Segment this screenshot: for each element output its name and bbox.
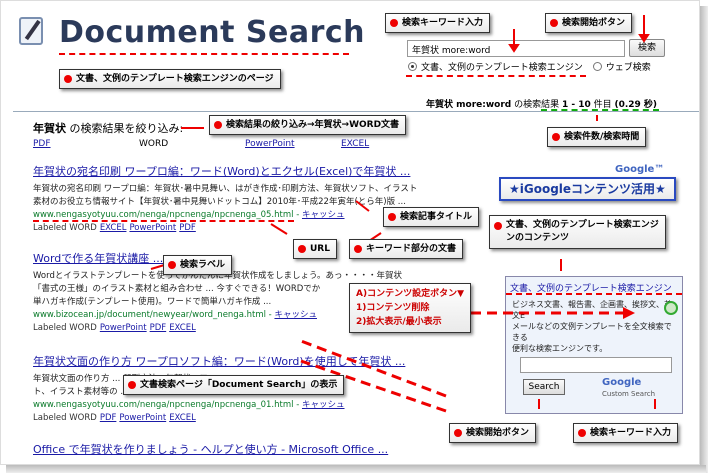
- callout-page-desc: 文書、文例のテンプレート検索エンジンのページ: [59, 69, 281, 89]
- radio-template-engine-label[interactable]: 文書、文例のテンプレート検索エンジン: [421, 60, 583, 73]
- gadget-title[interactable]: 文書、文例のテンプレート検索エンジン: [506, 277, 682, 295]
- custom-search-label: Custom Search: [602, 390, 656, 398]
- gadget-desc-line: メールなどの文例テンプレートを全文検索できる: [512, 322, 672, 342]
- callout-text: 検索開始ボタン: [466, 428, 530, 438]
- callout-text: URL: [310, 244, 330, 254]
- igoogle-gadget: 文書、文例のテンプレート検索エンジン ビジネス文書、報告書、企画書、挨拶文、英文…: [505, 276, 683, 414]
- gadget-desc-line: 便利な検索エンジンです。: [512, 344, 608, 353]
- screenshot-frame: Document Search 年賀状 more:word 検索 文書、文例のテ…: [0, 0, 708, 473]
- callout-text: ンのコンテンツ: [506, 233, 570, 243]
- refine-heading: 年賀状 の検索結果を絞り込み:: [33, 120, 183, 136]
- result-url: www.nengasyotyuu.com/nenga/npcnenga/npcn…: [33, 400, 294, 410]
- callout-article-title: 検索記事タイトル: [383, 207, 480, 227]
- site-logo[interactable]: Document Search: [59, 15, 365, 50]
- gadget-search-button[interactable]: Search: [523, 379, 565, 395]
- gadget-search-input[interactable]: [520, 357, 672, 373]
- label-link[interactable]: PowerPoint: [100, 323, 147, 333]
- callout-bottom-keyword-input: 検索キーワード入力: [573, 423, 679, 443]
- label-link[interactable]: EXCEL: [169, 413, 196, 423]
- callout-text: 文書、文例のテンプレート検索エンジ: [506, 220, 659, 230]
- cache-link[interactable]: キャッシュ: [274, 310, 317, 320]
- stats-query: 年賀状 more:word: [426, 100, 512, 110]
- callout-keyword-input: 検索キーワード入力: [385, 13, 491, 33]
- radio-underline: [406, 75, 586, 77]
- label-link[interactable]: PowerPoint: [119, 413, 166, 423]
- callout-search-button: 検索開始ボタン: [545, 13, 633, 33]
- radio-web-search-label[interactable]: ウェブ検索: [606, 60, 651, 73]
- callout-text: 検索キーワード入力: [402, 18, 484, 28]
- callout-refine-flow: 検索結果の絞り込み→年賀状→WORD文書: [209, 115, 407, 135]
- callout-settings: A)コンテンツ設定ボタン▼ 1)コンテンツ削除 2)拡大表示/最小表示: [349, 283, 472, 333]
- result-item: Office で年賀状を作りましょう - ヘルプと使い方 - Microsoft…: [33, 441, 493, 457]
- result-snippet: 年賀状の宛名印刷 ワープロ編：年賀状･暑中見舞い、はがき作成･印刷方法、年賀状ソ…: [33, 184, 418, 194]
- result-title[interactable]: 年賀状の宛名印刷 ワープロ編：ワード(Word)とエクセル(Excel)で年賀状…: [33, 163, 493, 179]
- callout-text: 1)コンテンツ削除: [356, 303, 430, 313]
- label-link[interactable]: PDF: [179, 223, 196, 233]
- refine-link-pdf[interactable]: PDF: [33, 139, 51, 149]
- frame-shadow-right: [700, 6, 708, 473]
- header-divider: [13, 111, 699, 112]
- result-url: www.nengasyotyuu.com/nenga/npcnenga/npcn…: [33, 210, 294, 222]
- gadget-desc-line: ビジネス文書、報告書、企画書、挨拶文、英文E: [512, 300, 672, 320]
- callout-text: 検索記事タイトル: [400, 212, 473, 222]
- labeled-word: Labeled WORD: [33, 413, 97, 423]
- callout-text: キーワード部分の文書: [366, 244, 457, 254]
- result-labels: Labeled WORD PDF PowerPoint EXCEL: [33, 412, 493, 425]
- callout-text: 文書、文例のテンプレート検索エンジンのページ: [76, 74, 274, 84]
- callout-text: 2)拡大表示/最小表示: [356, 317, 442, 327]
- google-logo-small: Google™: [615, 164, 665, 175]
- cache-link[interactable]: キャッシュ: [302, 400, 345, 410]
- callout-igoogle: ★iGoogleコンテンツ活用★: [499, 177, 676, 201]
- callout-text: 検索結果の絞り込み→年賀状→WORD文書: [226, 120, 400, 130]
- search-input[interactable]: 年賀状 more:word: [407, 40, 625, 57]
- result-url: www.bizocean.jp/document/newyear/word_ne…: [33, 310, 266, 320]
- result-url-row: www.nengasyotyuu.com/nenga/npcnenga/npcn…: [33, 400, 345, 410]
- label-link[interactable]: PDF: [150, 323, 167, 333]
- google-logo: Google: [602, 377, 642, 388]
- callout-text: 検索開始ボタン: [562, 18, 626, 28]
- callout-result-count: 検索件数/検索時間: [547, 127, 647, 147]
- logo-underline: [59, 53, 349, 55]
- result-title[interactable]: 年賀状文面の作り方 ワープロソフト編：ワード(Word)を使用して年賀状 ...: [33, 353, 493, 369]
- refine-link-powerpoint[interactable]: PowerPoint: [245, 139, 295, 149]
- refine-link-word: WORD: [139, 139, 169, 149]
- refine-query: 年賀状: [33, 122, 66, 135]
- callout-text: 検索キーワード入力: [590, 428, 672, 438]
- callout-text: 文書検索ページ「Document Search」の表示: [140, 380, 338, 390]
- labeled-word: Labeled WORD: [33, 223, 97, 233]
- result-snippet: Wordとイラストテンプレートを使ってかんたんに年賀状作成をしましょう。あっ・・…: [33, 271, 402, 281]
- search-button[interactable]: 検索: [629, 39, 665, 57]
- document-pen-icon: [19, 17, 43, 45]
- radio-template-engine[interactable]: [408, 62, 417, 71]
- callout-text: 検索ラベル: [180, 260, 226, 270]
- callout-search-label: 検索ラベル: [163, 255, 233, 275]
- label-link[interactable]: EXCEL: [169, 323, 196, 333]
- label-link[interactable]: PowerPoint: [129, 223, 176, 233]
- frame-shadow-bottom: [6, 465, 706, 473]
- cache-link[interactable]: キャッシュ: [302, 210, 345, 220]
- search-scope-radios: 文書、文例のテンプレート検索エンジン ウェブ検索: [408, 60, 651, 73]
- page-canvas: Document Search 年賀状 more:word 検索 文書、文例のテ…: [0, 0, 700, 465]
- gadget-description: ビジネス文書、報告書、企画書、挨拶文、英文E メールなどの文例テンプレートを全文…: [506, 295, 682, 358]
- refine-link-excel[interactable]: EXCEL: [341, 139, 369, 149]
- callout-text: A)コンテンツ設定ボタン▼: [356, 289, 465, 299]
- result-title[interactable]: Office で年賀状を作りましょう - ヘルプと使い方 - Microsoft…: [33, 441, 493, 457]
- labeled-word: Labeled WORD: [33, 323, 97, 333]
- callout-gadget-content: 文書、文例のテンプレート検索エンジ ンのコンテンツ: [489, 215, 666, 249]
- refine-label: の検索結果を絞り込み:: [66, 122, 184, 135]
- callout-url: URL: [293, 239, 337, 259]
- label-link[interactable]: PDF: [100, 413, 117, 423]
- label-link[interactable]: EXCEL: [100, 223, 127, 233]
- callout-doc-search-display: 文書検索ページ「Document Search」の表示: [123, 375, 345, 395]
- radio-web-search[interactable]: [592, 62, 602, 71]
- callout-bottom-search-button: 検索開始ボタン: [449, 423, 537, 443]
- callout-keyword-part: キーワード部分の文書: [349, 239, 464, 259]
- gear-icon[interactable]: [664, 301, 678, 315]
- callout-text: 検索件数/検索時間: [564, 132, 640, 142]
